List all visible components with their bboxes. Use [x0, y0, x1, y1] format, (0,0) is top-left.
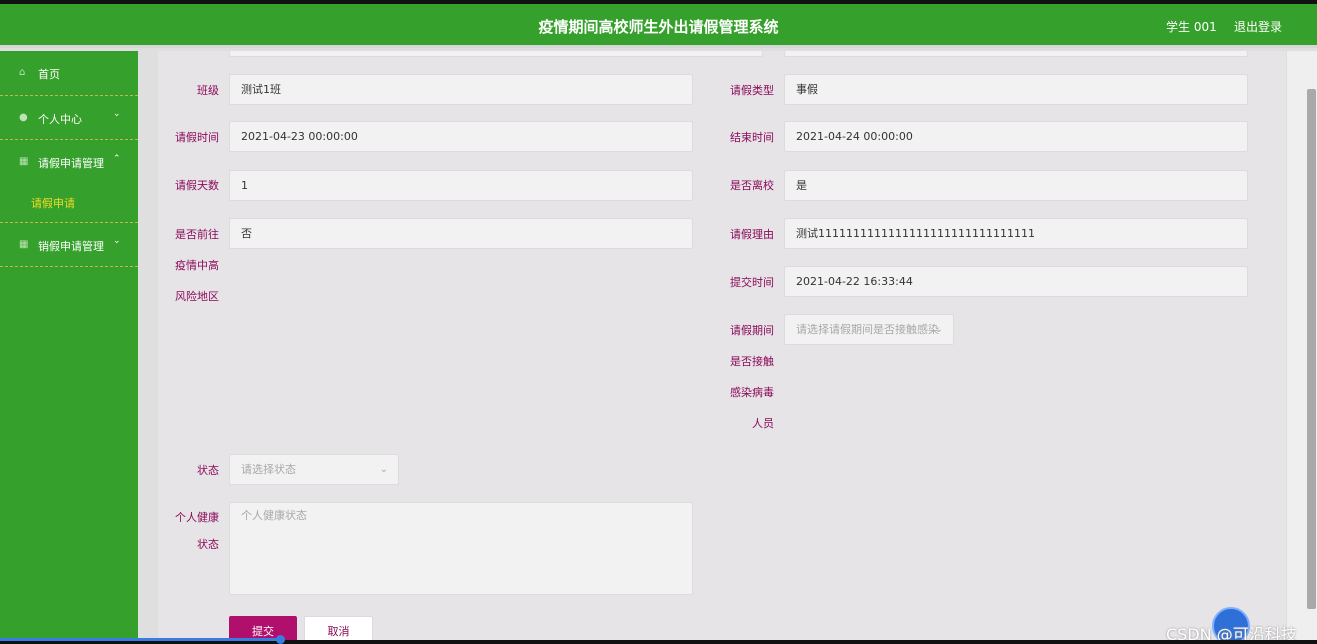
end-time-field[interactable]: 2021-04-24 00:00:00: [784, 121, 1248, 152]
home-icon: ⌂: [19, 67, 26, 78]
contact-label-line1: 请假期间: [730, 324, 774, 337]
risk-area-label-line2: 疫情中高: [175, 259, 219, 272]
class-field[interactable]: 测试1班: [229, 74, 693, 105]
reason-label: 请假理由: [730, 228, 774, 241]
user-icon: ●: [19, 112, 28, 123]
risk-area-label-line1: 是否前往: [175, 228, 219, 241]
sidebar-subitem-leave-application[interactable]: 请假申请: [31, 195, 75, 211]
sidebar-item-label: 请假申请管理: [38, 157, 104, 170]
sidebar-item-label: 首页: [38, 68, 60, 81]
days-field[interactable]: 1: [229, 170, 693, 201]
sidebar: ⌂ 首页 ● 个人中心 ⌄ ▦ 请假申请管理 ⌃ 请假申请 ▦ 销假申请管理 ⌄: [0, 51, 138, 640]
reason-field[interactable]: 测试1111111111111111111111111111111: [784, 218, 1248, 249]
risk-area-label-line3: 风险地区: [175, 290, 219, 303]
submit-time-field[interactable]: 2021-04-22 16:33:44: [784, 266, 1248, 297]
status-select-placeholder: 请选择状态: [241, 463, 296, 476]
chevron-down-icon: ⌄: [934, 324, 943, 335]
video-progress-bar[interactable]: [0, 638, 280, 641]
chevron-down-icon: ⌄: [113, 236, 121, 246]
risk-area-field[interactable]: 否: [229, 218, 693, 249]
top-header: 疫情期间高校师生外出请假管理系统 学生 001 退出登录: [0, 4, 1317, 48]
contact-label-line2: 是否接触: [730, 355, 774, 368]
sidebar-item-personal-center[interactable]: ● 个人中心 ⌄: [0, 96, 138, 140]
leave-school-label: 是否离校: [730, 179, 774, 192]
sidebar-item-home[interactable]: ⌂ 首页: [0, 51, 138, 96]
status-select[interactable]: 请选择状态 ⌄: [229, 454, 399, 485]
contact-select-placeholder: 请选择请假期间是否接触感染: [796, 323, 939, 336]
contact-label-line4: 人员: [752, 417, 774, 430]
status-label: 状态: [197, 464, 219, 477]
current-user: 学生 001: [1166, 20, 1217, 34]
contact-select[interactable]: 请选择请假期间是否接触感染 ⌄: [784, 314, 954, 345]
sidebar-item-cancel-leave-management[interactable]: ▦ 销假申请管理 ⌄: [0, 223, 138, 267]
sidebar-item-label: 销假申请管理: [38, 240, 104, 253]
class-label: 班级: [197, 84, 219, 97]
app-window: 疫情期间高校师生外出请假管理系统 学生 001 退出登录 ⌂ 首页 ● 个人中心…: [0, 4, 1317, 640]
days-label: 请假天数: [175, 179, 219, 192]
sidebar-item-leave-management[interactable]: ▦ 请假申请管理 ⌃ 请假申请: [0, 140, 138, 223]
grid-icon: ▦: [19, 156, 29, 167]
watermark-text: CSDN @可沿科技: [1166, 625, 1297, 640]
health-textarea-placeholder: 个人健康状态: [241, 509, 307, 522]
cancel-button[interactable]: 取消: [304, 616, 373, 640]
health-label-line2: 状态: [197, 538, 219, 551]
contact-label-line3: 感染病毒: [730, 386, 774, 399]
submit-time-label: 提交时间: [730, 276, 774, 289]
field-previous-left[interactable]: [229, 51, 763, 57]
video-progress-handle[interactable]: [276, 635, 285, 644]
chevron-down-icon: ⌄: [113, 109, 121, 119]
leave-school-field[interactable]: 是: [784, 170, 1248, 201]
chevron-up-icon: ⌃: [113, 154, 121, 164]
leave-type-label: 请假类型: [730, 84, 774, 97]
logout-link[interactable]: 退出登录: [1234, 18, 1282, 35]
leave-type-field[interactable]: 事假: [784, 74, 1248, 105]
grid-icon: ▦: [19, 239, 29, 250]
submit-button[interactable]: 提交: [229, 616, 297, 640]
health-textarea[interactable]: 个人健康状态: [229, 502, 693, 595]
start-time-field[interactable]: 2021-04-23 00:00:00: [229, 121, 693, 152]
end-time-label: 结束时间: [730, 131, 774, 144]
app-title: 疫情期间高校师生外出请假管理系统: [538, 18, 779, 36]
start-time-label: 请假时间: [175, 131, 219, 144]
chevron-down-icon: ⌄: [379, 464, 388, 475]
health-label-line1: 个人健康: [175, 511, 219, 524]
scrollbar-thumb[interactable]: [1307, 89, 1316, 609]
sidebar-item-label: 个人中心: [38, 113, 82, 126]
field-previous-right[interactable]: [784, 51, 1248, 57]
